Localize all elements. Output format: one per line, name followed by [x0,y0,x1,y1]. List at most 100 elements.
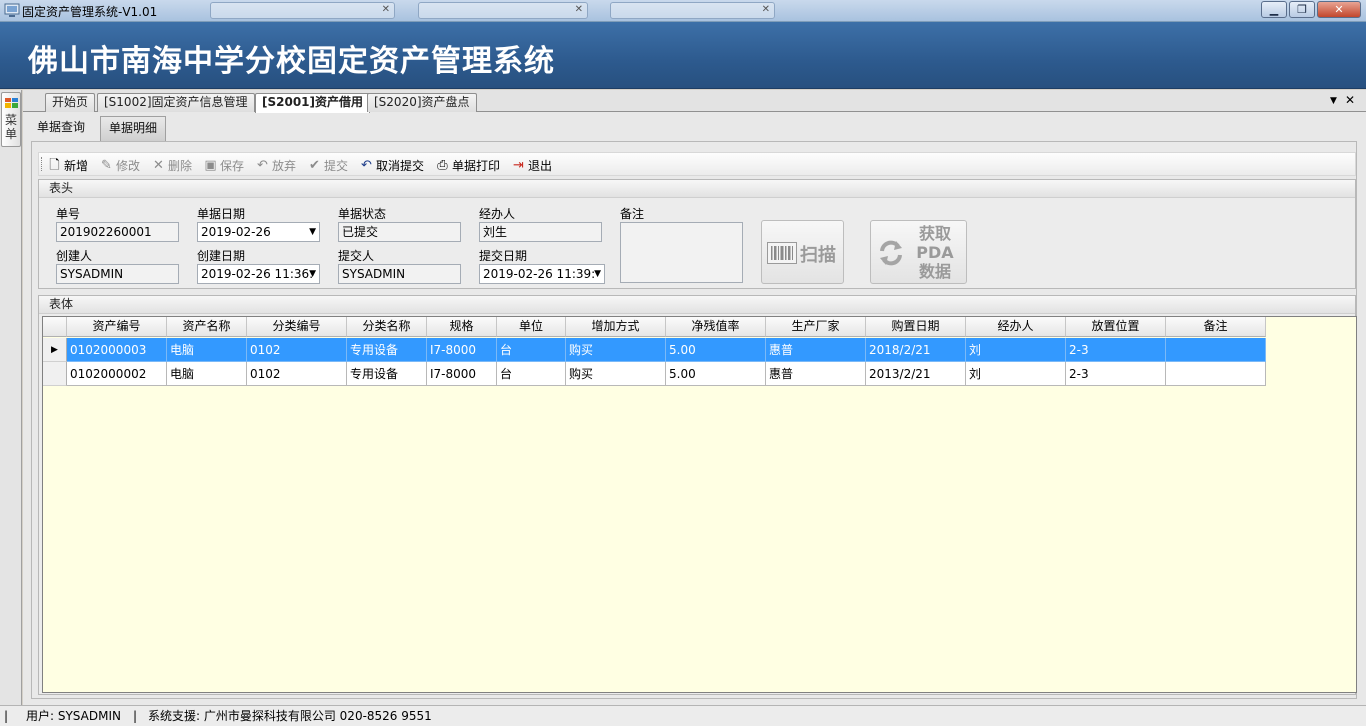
table-cell[interactable]: 5.00 [666,338,766,362]
background-taskbar-tab[interactable]: ✕ [610,2,775,19]
tab-start-page[interactable]: 开始页 [45,93,96,112]
column-header[interactable]: 净残值率 [666,317,766,337]
system-title: 佛山市南海中学分校固定资产管理系统 [28,44,555,79]
doc-date-picker[interactable]: 2019-02-26 ▼ [197,222,320,242]
status-support: 系统支援: 广州市曼探科技有限公司 020-8526 9551 [148,709,432,723]
background-taskbar-tab[interactable]: ✕ [418,2,588,19]
doc-date-value: 2019-02-26 [201,225,271,239]
table-cell[interactable] [1166,362,1266,386]
column-header[interactable]: 分类编号 [247,317,347,337]
fetch-pda-data-button[interactable]: 获取 PDA 数据 [870,220,967,284]
submitter-field[interactable]: SYSADMIN [338,264,461,284]
toolbar-grip[interactable] [41,157,43,171]
column-header[interactable]: 规格 [427,317,497,337]
status-separator: | [133,709,138,723]
column-header[interactable]: 生产厂家 [766,317,866,337]
table-cell[interactable]: 0102 [247,362,347,386]
maximize-button[interactable]: ❐ [1289,1,1315,18]
table-cell[interactable]: 0102000002 [67,362,167,386]
scan-button[interactable]: 扫描 [761,220,844,284]
table-cell[interactable]: 惠普 [766,362,866,386]
column-header[interactable]: 资产名称 [167,317,247,337]
table-cell[interactable]: 台 [497,338,566,362]
edit-button[interactable]: ✎ 修改 [99,155,140,175]
table-cell[interactable]: 2-3 [1066,362,1166,386]
table-cell[interactable]: 2-3 [1066,338,1166,362]
table-cell[interactable]: 电脑 [167,362,247,386]
dropdown-arrow-icon: ▼ [309,269,316,279]
column-header[interactable]: 放置位置 [1066,317,1166,337]
exit-button-label: 退出 [528,158,553,173]
doc-no-field[interactable]: 201902260001 [56,222,179,242]
column-header[interactable]: 经办人 [966,317,1066,337]
table-cell[interactable]: 刘 [966,338,1066,362]
column-header[interactable]: 单位 [497,317,566,337]
column-header[interactable]: 资产编号 [67,317,167,337]
asset-detail-grid[interactable]: 资产编号 资产名称 分类编号 分类名称 规格 单位 增加方式 净残值率 生产厂家… [42,316,1357,693]
status-field[interactable]: 已提交 [338,222,461,242]
delete-button-label: 删除 [168,158,193,173]
table-cell[interactable]: 台 [497,362,566,386]
table-cell[interactable]: 专用设备 [347,338,427,362]
table-cell[interactable]: 0102000003 [67,338,167,362]
column-header[interactable]: 增加方式 [566,317,666,337]
create-date-picker[interactable]: 2019-02-26 11:36: ▼ [197,264,320,284]
submit-date-value: 2019-02-26 11:39: [483,267,596,281]
table-cell[interactable]: 5.00 [666,362,766,386]
submitter-label: 提交人 [338,249,375,263]
undo-arrow-icon: ↶ [361,157,372,173]
table-cell[interactable]: 2013/2/21 [866,362,966,386]
handler-field[interactable]: 刘生 [479,222,602,242]
print-button[interactable]: ⎙ 单据打印 [435,155,500,175]
floppy-disk-icon: ▣ [204,157,217,173]
tab-asset-info-management[interactable]: [S1002]固定资产信息管理 [97,93,255,112]
background-taskbar-tab[interactable]: ✕ [210,2,395,19]
column-header[interactable]: 备注 [1166,317,1266,337]
refresh-icon [880,240,902,266]
table-cell[interactable]: 2018/2/21 [866,338,966,362]
discard-button[interactable]: ↶ 放弃 [255,155,296,175]
tab-document-query[interactable]: 单据查询 [29,116,93,141]
close-tab-icon[interactable]: ✕ [1345,93,1355,107]
cancel-submit-button[interactable]: ↶ 取消提交 [359,155,424,175]
creator-field[interactable]: SYSADMIN [56,264,179,284]
delete-x-icon: ✕ [153,157,164,173]
minimize-button[interactable]: ▁ [1261,1,1287,18]
column-header[interactable]: 分类名称 [347,317,427,337]
fetch-pda-label: 获取 PDA 数据 [915,224,955,281]
remark-label: 备注 [620,207,645,221]
table-cell[interactable]: 电脑 [167,338,247,362]
new-button[interactable]: 🗋 新增 [47,155,88,175]
pencil-icon: ✎ [101,157,112,173]
side-menu-button[interactable]: 菜单 [1,92,21,147]
system-banner: 佛山市南海中学分校固定资产管理系统 [0,22,1366,89]
save-button[interactable]: ▣ 保存 [203,155,244,175]
close-window-button[interactable]: ✕ [1317,1,1361,18]
printer-icon: ⎙ [437,157,448,173]
submit-button[interactable]: ✔ 提交 [307,155,348,175]
table-cell[interactable]: 0102 [247,338,347,362]
tab-asset-borrow[interactable]: [S2001]资产借用 [255,93,371,113]
table-cell[interactable]: I7-8000 [427,362,497,386]
submit-date-picker[interactable]: 2019-02-26 11:39: ▼ [479,264,605,284]
status-separator: | [4,709,9,723]
table-cell[interactable]: 惠普 [766,338,866,362]
column-header[interactable]: 购置日期 [866,317,966,337]
window-title: 固定资产管理系统-V1.01 [22,5,158,19]
tab-asset-inventory[interactable]: [S2020]资产盘点 [367,93,477,112]
remark-field[interactable] [620,222,743,283]
table-cell[interactable]: I7-8000 [427,338,497,362]
undo-icon: ↶ [257,157,268,173]
table-cell[interactable]: 刘 [966,362,1066,386]
tab-document-detail[interactable]: 单据明细 [100,116,167,141]
delete-button[interactable]: ✕ 删除 [151,155,192,175]
table-row[interactable]: 0102000002 电脑 0102 专用设备 I7-8000 台 购买 5.0… [43,362,1266,386]
table-cell[interactable]: 购买 [566,338,666,362]
exit-button[interactable]: ⇥ 退出 [511,155,552,175]
table-cell[interactable]: 专用设备 [347,362,427,386]
table-row[interactable]: ▶ 0102000003 电脑 0102 专用设备 I7-8000 台 购买 5… [43,338,1266,362]
tab-list-dropdown-icon[interactable]: ▼ [1330,96,1337,106]
table-cell[interactable]: 购买 [566,362,666,386]
exit-door-icon: ⇥ [513,157,524,173]
table-cell[interactable] [1166,338,1266,362]
